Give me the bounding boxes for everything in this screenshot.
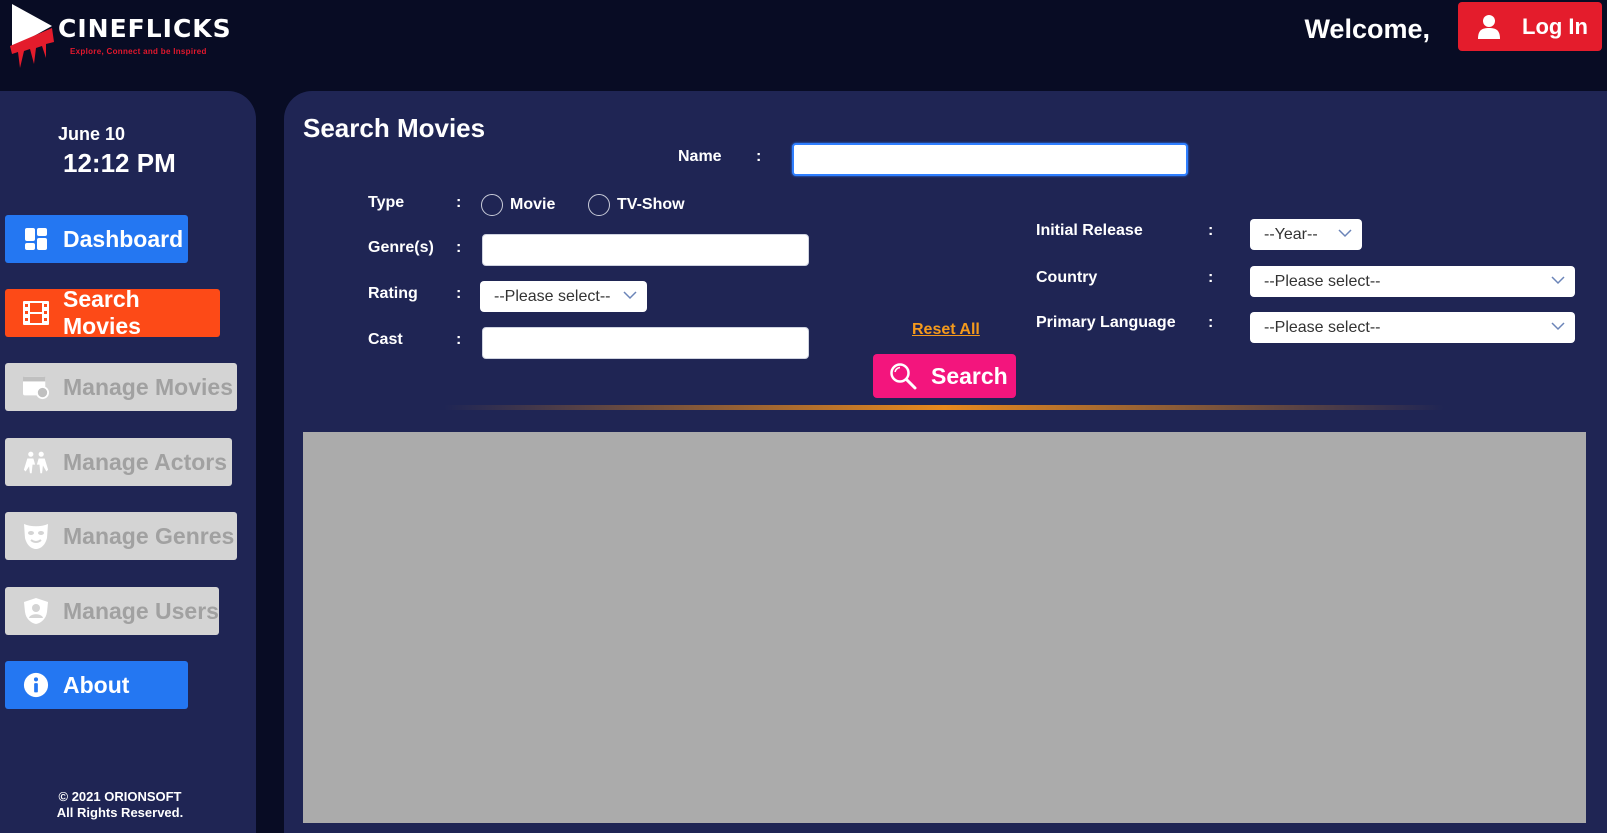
chevron-down-icon [1338, 229, 1352, 238]
genres-label: Genre(s) [368, 239, 434, 256]
sidebar-item-label: About [63, 671, 130, 698]
sidebar-item-about[interactable]: About [5, 661, 188, 709]
sidebar-item-label: Search Movies [63, 286, 141, 339]
language-select-value: --Please select-- [1264, 318, 1381, 336]
colon: : [1208, 314, 1214, 331]
search-button[interactable]: Search [873, 354, 1016, 398]
search-label: Search [931, 362, 1008, 389]
sidebar-item-manage-users[interactable]: Manage Users [5, 587, 219, 635]
rating-label: Rating [368, 285, 418, 302]
colon: : [456, 331, 462, 348]
year-select-value: --Year-- [1264, 225, 1318, 243]
type-tvshow-radio[interactable]: TV-Show [588, 194, 685, 216]
login-button[interactable]: Log In [1458, 2, 1602, 51]
login-label: Log In [1522, 13, 1588, 39]
dashboard-icon [23, 226, 49, 252]
type-label: Type [368, 194, 405, 211]
results-area [303, 432, 1586, 823]
chevron-down-icon [623, 291, 637, 300]
chevron-down-icon [1551, 276, 1565, 285]
name-input[interactable] [792, 143, 1188, 176]
search-panel: Search Movies Name : Type : Movie TV-Sho… [284, 91, 1607, 833]
initial-release-label: Initial Release [1036, 222, 1143, 239]
colon: : [456, 194, 462, 211]
cast-input[interactable] [482, 327, 809, 359]
actors-icon [23, 449, 49, 475]
logo-title: CINEFLICKS [58, 14, 232, 43]
sidebar-item-manage-actors[interactable]: Manage Actors [5, 438, 232, 486]
logo-tagline: Explore, Connect and be Inspired [70, 47, 207, 56]
radio-label: TV-Show [617, 196, 685, 213]
user-icon [1478, 14, 1500, 39]
sidebar-item-search-movies[interactable]: Search Movies [5, 286, 220, 339]
sidebar-item-manage-genres[interactable]: Manage Genres [5, 512, 237, 560]
movie-settings-icon [23, 374, 49, 400]
play-logo-icon [10, 4, 54, 68]
app-logo[interactable]: CINEFLICKS Explore, Connect and be Inspi… [8, 2, 238, 74]
film-icon [23, 300, 49, 326]
primary-language-label: Primary Language [1036, 314, 1176, 331]
chevron-down-icon [1551, 322, 1565, 331]
page-title: Search Movies [303, 113, 486, 143]
country-label: Country [1036, 269, 1098, 286]
divider [444, 405, 1444, 410]
sidebar-item-label: Dashboard [63, 225, 184, 252]
welcome-text: Welcome, [1304, 14, 1430, 44]
current-time: 12:12 PM [63, 148, 176, 178]
search-icon [890, 363, 917, 390]
colon: : [756, 148, 762, 165]
current-date: June 10 [58, 124, 126, 144]
radio-label: Movie [510, 196, 556, 213]
radio-circle[interactable] [588, 194, 610, 216]
cast-label: Cast [368, 331, 403, 348]
sidebar-item-label: Manage Actors [63, 448, 228, 475]
sidebar-item-label: Manage Genres [63, 522, 235, 549]
country-select-value: --Please select-- [1264, 272, 1381, 290]
user-shield-icon [23, 598, 49, 624]
sidebar-item-dashboard[interactable]: Dashboard [5, 215, 188, 263]
name-label: Name [678, 148, 722, 165]
copyright-line-2: All Rights Reserved. [56, 805, 184, 820]
colon: : [1208, 269, 1214, 286]
language-select[interactable]: --Please select-- [1250, 312, 1575, 343]
colon: : [1208, 222, 1214, 239]
colon: : [456, 285, 462, 302]
sidebar-item-label: Manage Users [63, 597, 219, 624]
colon: : [456, 239, 462, 256]
rating-select[interactable]: --Please select-- [480, 281, 647, 312]
sidebar-item-label: Manage Movies [63, 373, 233, 400]
copyright-line-1: © 2021 ORIONSOFT [58, 789, 182, 804]
reset-all-link[interactable]: Reset All [912, 321, 980, 339]
rating-select-value: --Please select-- [494, 287, 611, 305]
info-icon [23, 672, 49, 698]
type-movie-radio[interactable]: Movie [481, 194, 555, 216]
country-select[interactable]: --Please select-- [1250, 266, 1575, 297]
mask-icon [23, 523, 49, 549]
genres-input[interactable] [482, 234, 809, 266]
year-select[interactable]: --Year-- [1250, 219, 1362, 250]
sidebar: June 10 12:12 PM Dashboard Search Movies… [0, 91, 256, 833]
copyright: © 2021 ORIONSOFT All Rights Reserved. [0, 789, 240, 821]
radio-circle[interactable] [481, 194, 503, 216]
sidebar-item-manage-movies[interactable]: Manage Movies [5, 363, 237, 411]
